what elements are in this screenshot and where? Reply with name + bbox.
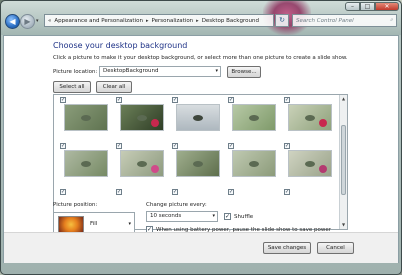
picture-location-select[interactable]: DesktopBackground ▾ [99, 66, 221, 77]
list-item[interactable]: ✓ [172, 189, 224, 229]
save-changes-button[interactable]: Save changes [263, 242, 311, 254]
scroll-down-arrow-icon[interactable]: ▼ [341, 222, 346, 228]
hummingbird-thumbnail[interactable] [232, 150, 276, 177]
hummingbird-thumbnail[interactable] [120, 104, 164, 131]
browse-button[interactable]: Browse... [227, 66, 261, 78]
list-item[interactable]: ✓ [228, 189, 280, 229]
clear-all-button[interactable]: Clear all [96, 81, 132, 93]
shuffle-checkbox[interactable]: ✓ [224, 213, 231, 220]
thumbnail-checkbox[interactable]: ✓ [228, 143, 234, 149]
chevron-down-icon: ▾ [212, 213, 215, 219]
thumbnail-checkbox[interactable]: ✓ [228, 97, 234, 103]
list-item[interactable]: ✓ [284, 97, 336, 141]
list-item[interactable]: ✓ [116, 97, 168, 141]
thumbnail-checkbox[interactable]: ✓ [284, 189, 290, 195]
picture-location-value: DesktopBackground [103, 68, 159, 74]
thumbnail-checkbox[interactable]: ✓ [116, 189, 122, 195]
interval-value: 10 seconds [150, 213, 182, 219]
list-item[interactable]: ✓ [172, 97, 224, 141]
address-bar[interactable]: « Appearance and Personalization ▸ Perso… [44, 14, 274, 27]
list-item[interactable]: ✓ [284, 143, 336, 187]
hummingbird-thumbnail[interactable] [64, 150, 108, 177]
scrollbar-thumb[interactable] [341, 125, 346, 195]
hummingbird-thumbnail[interactable] [288, 104, 332, 131]
list-item[interactable]: ✓ [116, 143, 168, 187]
window-controls: – □ ✕ [345, 2, 399, 11]
chevron-down-icon: ▾ [128, 221, 131, 227]
hummingbird-thumbnail[interactable] [120, 150, 164, 177]
address-overflow-icon[interactable]: « [48, 18, 51, 24]
thumbnail-checkbox[interactable]: ✓ [116, 97, 122, 103]
hummingbird-thumbnail[interactable] [288, 150, 332, 177]
content-pane: Choose your desktop background Click a p… [3, 35, 399, 263]
picture-location-label: Picture location: [53, 69, 98, 75]
thumbnail-checkbox[interactable]: ✓ [60, 97, 66, 103]
minimize-button[interactable]: – [345, 2, 360, 11]
list-item[interactable]: ✓ [60, 143, 112, 187]
refresh-icon[interactable]: ↻ [275, 14, 289, 27]
search-placeholder: Search Control Panel [296, 17, 354, 24]
hummingbird-thumbnail[interactable] [176, 150, 220, 177]
thumbnail-checkbox[interactable]: ✓ [172, 189, 178, 195]
thumbnail-checkbox[interactable]: ✓ [60, 143, 66, 149]
breadcrumb-separator-icon[interactable]: ▸ [196, 18, 199, 24]
thumbnail-checkbox[interactable]: ✓ [172, 97, 178, 103]
shuffle-label: Shuffle [234, 214, 254, 220]
change-picture-interval-select[interactable]: 10 seconds ▾ [146, 211, 218, 222]
change-picture-label: Change picture every: [146, 202, 207, 208]
list-item[interactable]: ✓ [172, 143, 224, 187]
recent-pages-dropdown-icon[interactable]: ▾ [36, 18, 39, 24]
hummingbird-thumbnail[interactable] [64, 104, 108, 131]
select-all-button[interactable]: Select all [53, 81, 91, 93]
scroll-up-arrow-icon[interactable]: ▲ [341, 96, 346, 102]
list-item[interactable]: ✓ [284, 189, 336, 229]
list-item[interactable]: ✓ [60, 97, 112, 141]
picture-gallery: ✓ ✓ ✓ ✓ ✓ ✓ ✓ ✓ ✓ ✓ ✓ ✓ ✓ ✓ ✓ ▲ ▼ [53, 94, 348, 230]
thumbnail-checkbox[interactable]: ✓ [284, 97, 290, 103]
search-icon[interactable]: ⌕ [390, 17, 393, 24]
page-title: Choose your desktop background [53, 41, 188, 50]
thumbnail-checkbox[interactable]: ✓ [228, 189, 234, 195]
title-bar: – □ ✕ ◀ ▶ ▾ « Appearance and Personaliza… [1, 1, 401, 35]
chevron-down-icon: ▾ [215, 68, 218, 74]
hummingbird-thumbnail[interactable] [232, 104, 276, 131]
position-preview-image [58, 216, 84, 233]
breadcrumb-desktop-background[interactable]: Desktop Background [202, 18, 259, 24]
control-panel-window: – □ ✕ ◀ ▶ ▾ « Appearance and Personaliza… [0, 0, 402, 275]
picture-position-label: Picture position: [53, 202, 98, 208]
dialog-footer: Save changes Cancel [4, 232, 398, 263]
cancel-button[interactable]: Cancel [317, 242, 354, 254]
thumbnail-checkbox[interactable]: ✓ [116, 143, 122, 149]
search-input[interactable]: Search Control Panel ⌕ [292, 14, 397, 27]
maximize-button[interactable]: □ [360, 2, 375, 11]
thumbnail-checkbox[interactable]: ✓ [172, 143, 178, 149]
thumbnail-checkbox[interactable]: ✓ [60, 189, 66, 195]
page-instructions: Click a picture to make it your desktop … [53, 55, 348, 61]
breadcrumb-appearance[interactable]: Appearance and Personalization [54, 18, 143, 24]
breadcrumb-personalization[interactable]: Personalization [151, 18, 193, 24]
list-item[interactable]: ✓ [228, 97, 280, 141]
forward-button[interactable]: ▶ [20, 14, 35, 29]
breadcrumb-separator-icon[interactable]: ▸ [146, 18, 149, 24]
back-button[interactable]: ◀ [5, 14, 20, 29]
gallery-scrollbar[interactable]: ▲ ▼ [339, 95, 347, 229]
close-button[interactable]: ✕ [375, 2, 399, 11]
picture-position-value: Fill [90, 221, 98, 227]
list-item[interactable]: ✓ [228, 143, 280, 187]
thumbnail-checkbox[interactable]: ✓ [284, 143, 290, 149]
hummingbird-thumbnail[interactable] [176, 104, 220, 131]
